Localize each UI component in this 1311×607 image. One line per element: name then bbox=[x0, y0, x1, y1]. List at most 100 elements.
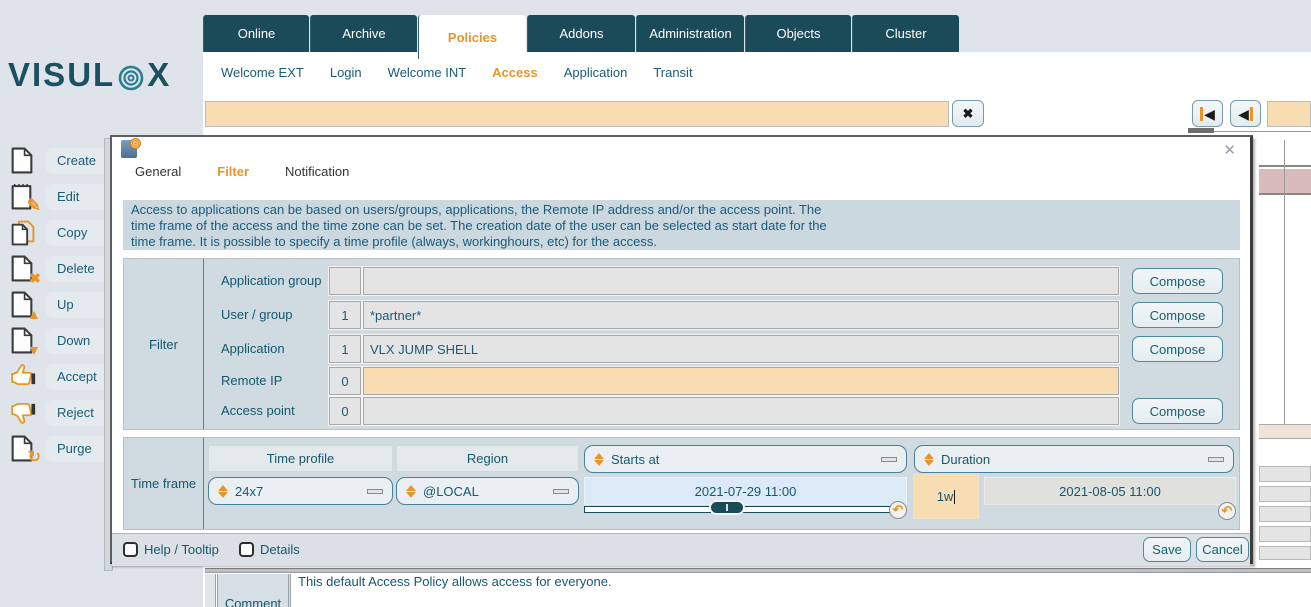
thumbs-up-icon bbox=[10, 363, 38, 391]
nav-application[interactable]: Application bbox=[564, 65, 628, 80]
details-checkbox[interactable] bbox=[239, 542, 254, 557]
nav-login[interactable]: Login bbox=[330, 65, 362, 80]
collapse-handle-icon bbox=[367, 489, 383, 494]
delete-document-icon: ✖ bbox=[10, 255, 38, 283]
tab-policies[interactable]: Policies bbox=[418, 15, 526, 59]
dialog-title-icon bbox=[121, 140, 137, 158]
tab-online[interactable]: Online bbox=[203, 15, 309, 52]
help-tooltip-label: Help / Tooltip bbox=[144, 542, 219, 557]
time-frame-section: Time frame Time profile Region Starts at… bbox=[123, 437, 1240, 530]
application-group-value[interactable] bbox=[363, 267, 1119, 295]
compose-application-button[interactable]: Compose bbox=[1132, 336, 1223, 362]
purge-recycle-icon: ↻ bbox=[10, 435, 38, 463]
application-count[interactable]: 1 bbox=[329, 335, 361, 363]
dialog-tab-general[interactable]: General bbox=[135, 164, 181, 179]
details-label: Details bbox=[260, 542, 300, 557]
filter-row-label: Remote IP bbox=[221, 373, 282, 388]
dialog-tab-notification[interactable]: Notification bbox=[285, 164, 349, 179]
remote-ip-value[interactable] bbox=[363, 367, 1119, 395]
go-first-button[interactable]: ◀ bbox=[1192, 100, 1223, 127]
filter-row-label: Application group bbox=[221, 273, 321, 288]
top-tab-bar: Online Archive Policies Addons Administr… bbox=[203, 15, 960, 59]
reset-duration-icon[interactable]: ↶ bbox=[1218, 502, 1236, 520]
go-previous-button[interactable]: ◀ bbox=[1230, 100, 1261, 127]
tab-addons[interactable]: Addons bbox=[527, 15, 635, 52]
tab-cluster[interactable]: Cluster bbox=[852, 15, 959, 52]
dialog-tab-filter[interactable]: Filter bbox=[217, 164, 249, 179]
table-row bbox=[1259, 526, 1311, 542]
filter-section-label: Filter bbox=[124, 259, 204, 429]
collapse-handle-icon bbox=[1208, 457, 1224, 462]
time-frame-section-label: Time frame bbox=[124, 438, 204, 529]
application-group-count[interactable] bbox=[329, 267, 361, 295]
filter-input-right[interactable] bbox=[1267, 101, 1311, 127]
spinner-icon bbox=[924, 453, 934, 466]
table-row bbox=[1259, 506, 1311, 522]
first-page-icon: ◀ bbox=[1200, 107, 1215, 121]
nav-access[interactable]: Access bbox=[492, 65, 538, 80]
close-icon[interactable]: ✕ bbox=[1223, 141, 1236, 159]
comment-text: This default Access Policy allows access… bbox=[298, 574, 612, 589]
nav-welcome-ext[interactable]: Welcome EXT bbox=[221, 65, 304, 80]
dialog-description: Access to applications can be based on u… bbox=[123, 200, 1240, 250]
edit-pencil-icon: ✎ bbox=[10, 183, 38, 211]
save-button[interactable]: Save bbox=[1143, 537, 1191, 562]
duration-input[interactable]: 1w bbox=[913, 474, 979, 519]
filter-row-label: Access point bbox=[221, 403, 295, 418]
table-row bbox=[1259, 546, 1311, 560]
end-date-field[interactable]: 2021-08-05 11:00 bbox=[984, 477, 1236, 505]
clear-x-icon: ✖ bbox=[963, 106, 974, 122]
visulox-logo: VISUL X bbox=[8, 56, 171, 94]
comment-gutter bbox=[205, 574, 216, 607]
starts-at-field[interactable]: 2021-07-29 11:00 bbox=[584, 477, 907, 505]
tab-administration[interactable]: Administration bbox=[636, 15, 744, 52]
logo-text-right: X bbox=[147, 56, 171, 94]
comment-label-cell: Comment bbox=[217, 574, 291, 607]
time-profile-dropdown[interactable]: 24x7 bbox=[208, 477, 393, 505]
application-value[interactable]: VLX JUMP SHELL bbox=[363, 335, 1119, 363]
region-dropdown[interactable]: @LOCAL bbox=[396, 477, 579, 505]
nav-transit[interactable]: Transit bbox=[653, 65, 692, 80]
access-point-value[interactable] bbox=[363, 397, 1119, 425]
dialog-tab-bar: General Filter Notification bbox=[135, 164, 349, 179]
table-header-row bbox=[1259, 140, 1311, 167]
help-tooltip-checkbox[interactable] bbox=[123, 542, 138, 557]
user-group-count[interactable]: 1 bbox=[329, 301, 361, 329]
compose-user-group-button[interactable]: Compose bbox=[1132, 302, 1223, 328]
tab-objects[interactable]: Objects bbox=[745, 15, 851, 52]
compose-access-point-button[interactable]: Compose bbox=[1132, 398, 1223, 424]
starts-at-slider-handle[interactable] bbox=[709, 500, 745, 515]
clear-filter-button[interactable]: ✖ bbox=[952, 100, 984, 127]
collapse-handle-icon bbox=[553, 489, 569, 494]
spinner-icon bbox=[594, 453, 604, 466]
filter-section: Filter Application group Compose User / … bbox=[123, 258, 1240, 430]
access-point-count[interactable]: 0 bbox=[329, 397, 361, 425]
logo-text-left: VISUL bbox=[8, 56, 115, 94]
logo-spiral-icon bbox=[116, 62, 146, 92]
region-header: Region bbox=[396, 445, 579, 472]
access-policy-dialog: ✕ General Filter Notification Access to … bbox=[110, 135, 1253, 564]
details-option[interactable]: Details bbox=[239, 542, 300, 557]
filter-row-label: User / group bbox=[221, 307, 293, 322]
reset-starts-at-icon[interactable]: ↶ bbox=[889, 501, 907, 519]
text-caret bbox=[954, 490, 955, 504]
table-row bbox=[1259, 466, 1311, 482]
previous-page-icon: ◀ bbox=[1238, 107, 1253, 121]
table-row bbox=[1259, 486, 1311, 502]
move-down-icon: ▼ bbox=[10, 327, 38, 355]
cancel-button[interactable]: Cancel bbox=[1196, 537, 1249, 562]
compose-application-group-button[interactable]: Compose bbox=[1132, 268, 1223, 294]
spinner-icon bbox=[218, 485, 228, 498]
collapse-handle-icon bbox=[881, 457, 897, 462]
horizontal-scrollbar-handle[interactable] bbox=[1188, 128, 1214, 133]
filter-input[interactable] bbox=[205, 101, 949, 127]
thumbs-down-icon bbox=[10, 399, 38, 427]
starts-at-header[interactable]: Starts at bbox=[584, 445, 907, 473]
nav-welcome-int[interactable]: Welcome INT bbox=[388, 65, 467, 80]
remote-ip-count[interactable]: 0 bbox=[329, 367, 361, 395]
move-up-icon: ▲ bbox=[10, 291, 38, 319]
help-tooltip-option[interactable]: Help / Tooltip bbox=[123, 542, 219, 557]
tab-archive[interactable]: Archive bbox=[310, 15, 417, 52]
user-group-value[interactable]: *partner* bbox=[363, 301, 1119, 329]
duration-header[interactable]: Duration bbox=[914, 445, 1234, 473]
